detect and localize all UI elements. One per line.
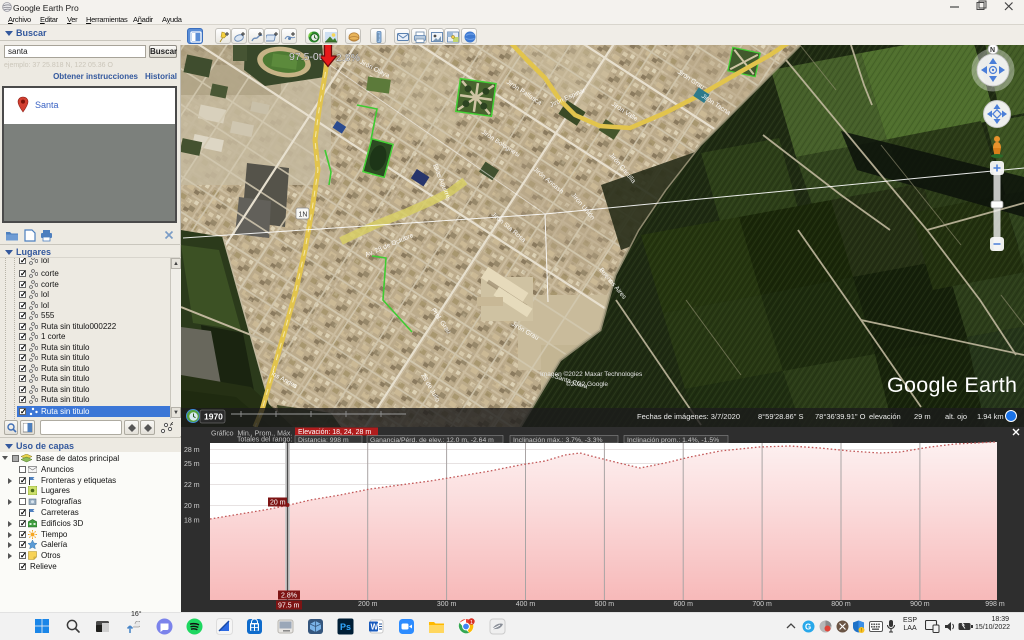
svg-text:W: W <box>371 623 379 632</box>
svg-text:300 m: 300 m <box>437 601 457 608</box>
svg-text:Google Earth: Google Earth <box>887 373 1017 397</box>
svg-text:29 m: 29 m <box>914 412 931 421</box>
svg-text:500 m: 500 m <box>595 601 615 608</box>
svg-text:Inclinación prom.: 1.4%, -1.5%: Inclinación prom.: 1.4%, -1.5% <box>627 437 719 444</box>
svg-text:900 m: 900 m <box>910 601 930 608</box>
svg-text:!: ! <box>861 628 862 633</box>
svg-text:Inclinación máx.: 3.7%, -3.3%: Inclinación máx.: 3.7%, -3.3% <box>513 437 603 444</box>
svg-text:1N: 1N <box>299 212 308 219</box>
svg-text:2.8%: 2.8% <box>281 592 297 599</box>
svg-text:998 m: 998 m <box>985 601 1005 608</box>
svg-text:28 m: 28 m <box>184 447 200 454</box>
svg-text:18 m: 18 m <box>184 517 200 524</box>
svg-text:1.94 km: 1.94 km <box>977 412 1004 421</box>
svg-text:800 m: 800 m <box>831 601 851 608</box>
svg-text:78°36'39.91" O: 78°36'39.91" O <box>815 412 866 421</box>
svg-text:400 m: 400 m <box>516 601 536 608</box>
svg-text:Fechas de imágenes: 3/7/2020: Fechas de imágenes: 3/7/2020 <box>637 412 740 421</box>
svg-text:©2022 Google: ©2022 Google <box>566 380 608 388</box>
svg-text:97.5-0t: 97.5-0t <box>289 51 322 63</box>
svg-text:Elevación: 18, 24, 28 m: Elevación: 18, 24, 28 m <box>298 429 371 436</box>
svg-text:600 m: 600 m <box>673 601 693 608</box>
svg-text:25 m: 25 m <box>184 461 200 468</box>
svg-text:200 m: 200 m <box>358 601 378 608</box>
svg-text:G: G <box>805 623 811 632</box>
svg-text:Totales del rango:: Totales del rango: <box>237 436 292 443</box>
svg-text:Ps: Ps <box>340 622 351 632</box>
svg-text:elevación: elevación <box>869 412 901 421</box>
svg-text:N: N <box>990 47 995 54</box>
svg-text:20 m: 20 m <box>270 499 286 506</box>
svg-text:Distancia: 998 m: Distancia: 998 m <box>298 437 349 444</box>
svg-text:97.5 m: 97.5 m <box>278 602 300 609</box>
svg-text:Ganancia/Pérd. de elev.: 12.0: Ganancia/Pérd. de elev.: 12.0 m, -2.64 m <box>370 437 494 444</box>
svg-text:alt. ojo: alt. ojo <box>945 412 967 421</box>
svg-text:700 m: 700 m <box>752 601 772 608</box>
svg-text:1: 1 <box>470 620 473 626</box>
svg-text:1970: 1970 <box>204 412 223 422</box>
svg-text:2.8%: 2.8% <box>336 52 360 64</box>
svg-text:20 m: 20 m <box>184 503 200 510</box>
svg-text:22 m: 22 m <box>184 482 200 489</box>
svg-text:8°59'28.86" S: 8°59'28.86" S <box>758 412 803 421</box>
svg-text:Imagen ©2022 Maxar Technologie: Imagen ©2022 Maxar Technologies <box>540 370 643 378</box>
